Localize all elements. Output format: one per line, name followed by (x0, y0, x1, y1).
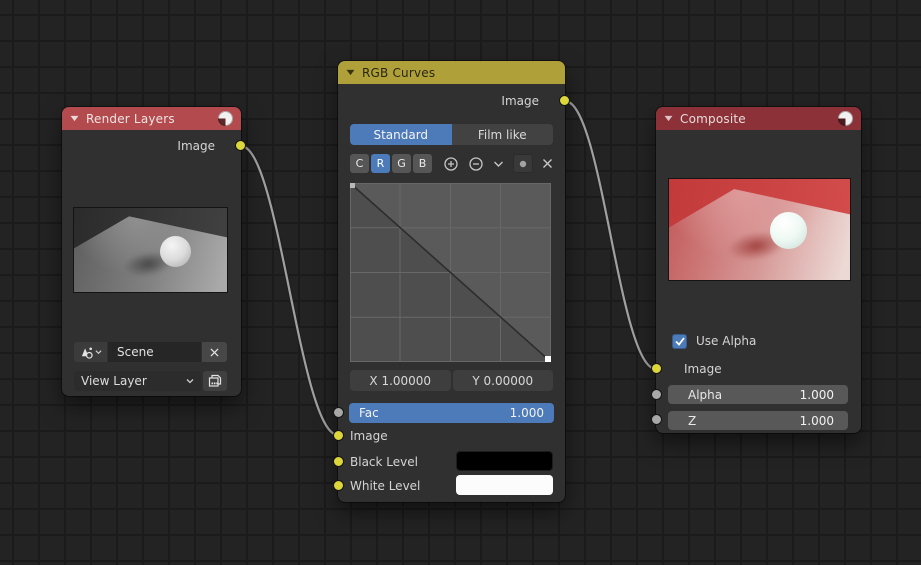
fac-value: 1.000 (509, 406, 544, 420)
input-socket-alpha[interactable] (651, 389, 662, 400)
chevron-down-icon (494, 161, 503, 167)
checkbox-check-icon (674, 337, 685, 346)
render-layers-preview-image (73, 207, 228, 293)
zoom-in-icon (444, 156, 458, 171)
fac-label: Fac (359, 406, 379, 420)
preview-floor (669, 189, 850, 280)
wire-curves-to-composite (564, 99, 657, 371)
close-icon (543, 159, 552, 168)
z-slider[interactable]: Z 1.000 (668, 411, 848, 430)
channel-b-button[interactable]: B (413, 154, 432, 173)
output-image-label: Image (177, 139, 215, 153)
alpha-value: 1.000 (799, 387, 834, 402)
node-preview-sphere-icon[interactable] (838, 111, 853, 126)
node-title: RGB Curves (362, 65, 436, 80)
node-composite[interactable]: Composite Use Alpha Image Alpha 1.000 Z … (651, 107, 861, 433)
curve-editor[interactable] (349, 182, 552, 363)
curve-point-selected[interactable] (545, 356, 551, 362)
zoom-in-button[interactable] (443, 154, 459, 173)
preview-floor (74, 216, 227, 292)
tone-tabs: Standard Film like (350, 124, 553, 145)
view-layer-row: View Layer (74, 371, 227, 391)
node-title: Render Layers (86, 111, 175, 126)
composite-header[interactable]: Composite (656, 107, 861, 130)
channel-c-button[interactable]: C (350, 154, 369, 173)
input-socket-black-level[interactable] (333, 456, 344, 467)
input-socket-white-level[interactable] (333, 480, 344, 491)
collapse-triangle-icon[interactable] (346, 69, 355, 76)
close-icon (210, 347, 219, 357)
black-level-swatch[interactable] (456, 451, 553, 471)
wire-curves-to-composite-outline (564, 98, 657, 372)
point-y-field[interactable]: Y 0.00000 (452, 370, 553, 391)
node-rgb-curves[interactable]: RGB Curves Image Standard Film like C R … (333, 61, 570, 502)
z-label: Z (688, 413, 697, 428)
zoom-out-icon (469, 156, 483, 171)
input-image-label: Image (684, 362, 722, 376)
black-level-label: Black Level (350, 455, 418, 469)
scene-browse-button[interactable] (74, 342, 107, 362)
render-layers-header[interactable]: Render Layers (62, 107, 241, 130)
composite-preview-image (668, 178, 851, 281)
scene-unlink-button[interactable] (202, 342, 227, 362)
curve-plot (349, 182, 552, 363)
collapse-triangle-icon[interactable] (664, 115, 673, 122)
scene-name-value: Scene (117, 345, 154, 359)
channel-r-button[interactable]: R (371, 154, 390, 173)
input-socket-image[interactable] (333, 430, 344, 441)
input-socket-image[interactable] (651, 363, 662, 374)
input-socket-fac[interactable] (333, 407, 344, 418)
output-socket-image[interactable] (235, 140, 246, 151)
white-level-swatch[interactable] (456, 475, 553, 495)
node-render-layers[interactable]: Render Layers Image Scene View Layer (62, 107, 246, 396)
tab-standard[interactable]: Standard (350, 124, 452, 145)
tab-film-like[interactable]: Film like (451, 124, 553, 145)
node-editor-canvas[interactable]: Render Layers Image Scene View Layer RGB… (0, 0, 921, 565)
input-socket-z[interactable] (651, 414, 662, 425)
collapse-triangle-icon[interactable] (70, 115, 79, 122)
node-preview-sphere-icon[interactable] (218, 111, 233, 126)
view-layer-value: View Layer (81, 374, 147, 388)
z-value: 1.000 (799, 413, 834, 428)
delete-point-button[interactable] (542, 154, 553, 173)
clipping-options-button[interactable] (513, 154, 533, 173)
white-level-label: White Level (350, 479, 421, 493)
curve-point-start[interactable] (350, 183, 355, 188)
alpha-slider[interactable]: Alpha 1.000 (668, 385, 848, 404)
use-alpha-label: Use Alpha (696, 334, 757, 348)
new-view-layer-button[interactable] (203, 371, 227, 391)
scene-icon (81, 346, 93, 359)
zoom-out-button[interactable] (468, 154, 484, 173)
chevron-down-icon (94, 350, 102, 355)
point-coords-row: X 1.00000 Y 0.00000 (350, 370, 553, 391)
wire-renderlayers-to-curves (240, 144, 339, 437)
point-x-field[interactable]: X 1.00000 (350, 370, 451, 391)
node-title: Composite (680, 111, 746, 126)
channel-g-button[interactable]: G (392, 154, 411, 173)
input-image-label: Image (350, 429, 388, 443)
scene-selector: Scene (74, 342, 227, 362)
fac-slider[interactable]: Fac 1.000 (349, 403, 554, 423)
preview-sphere (159, 235, 191, 267)
curve-tools-button[interactable] (493, 154, 504, 173)
view-layer-dropdown[interactable]: View Layer (74, 371, 201, 391)
wire-renderlayers-to-curves-outline (240, 143, 339, 438)
curve-toolbar: C R G B (350, 154, 553, 173)
alpha-label: Alpha (688, 387, 723, 402)
rgb-curves-header[interactable]: RGB Curves (338, 61, 565, 84)
clipping-dot-icon (519, 160, 527, 167)
output-socket-image[interactable] (559, 95, 570, 106)
use-alpha-checkbox[interactable] (672, 334, 687, 349)
chevron-down-icon (186, 379, 194, 384)
scene-name-field[interactable]: Scene (108, 342, 201, 362)
output-image-label: Image (501, 94, 539, 108)
view-layer-icon (208, 374, 222, 387)
